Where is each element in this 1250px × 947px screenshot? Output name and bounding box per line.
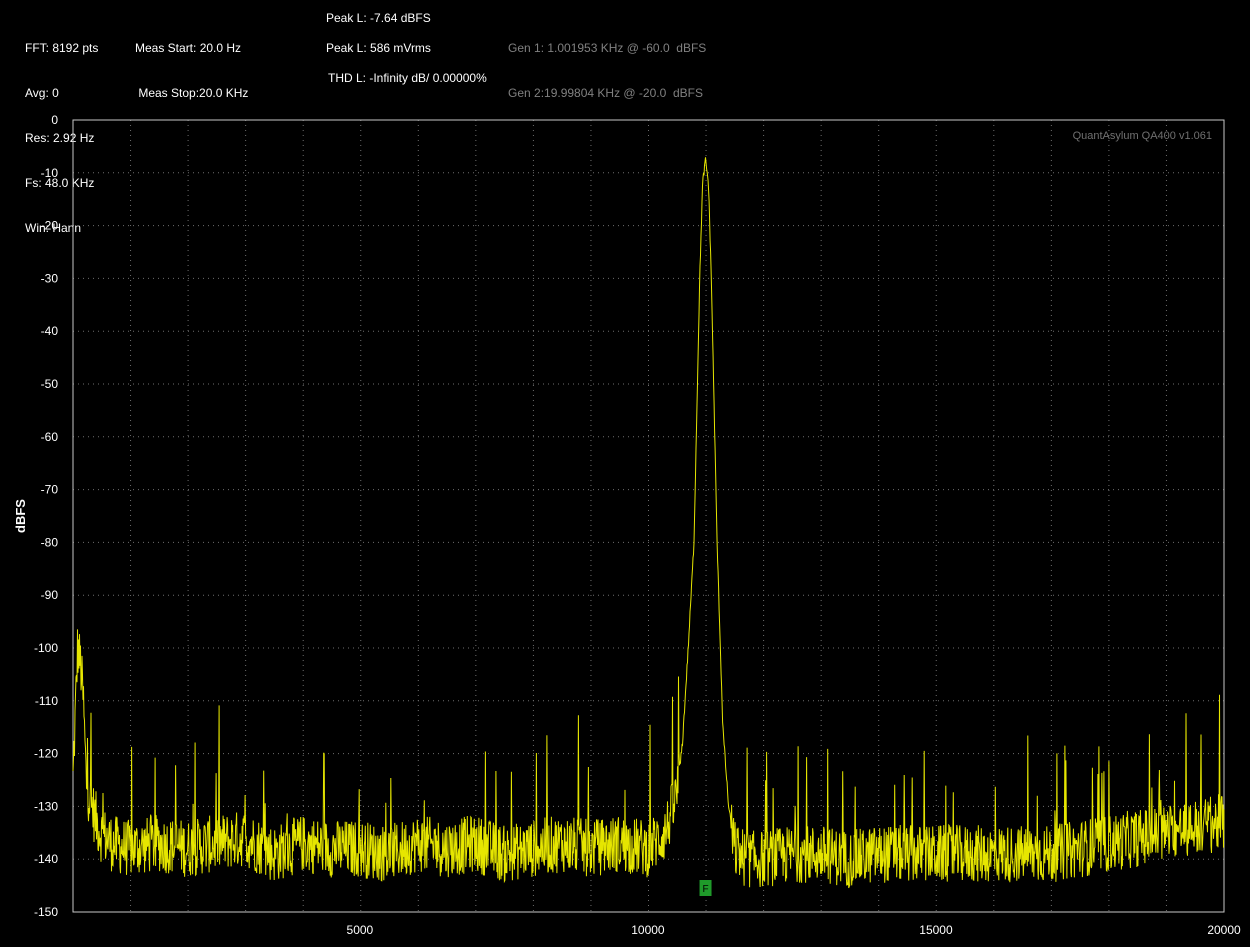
spectrum-trace <box>72 157 1225 889</box>
x-tick-label: 5000 <box>347 923 374 937</box>
spectrum-chart[interactable]: 0 -10 -20 -30 -40 -50 -60 -70 -80 -90 -100 -110 -120… <box>0 0 1250 947</box>
y-tick-label: -90 <box>41 588 59 602</box>
y-tick-label: -100 <box>34 641 58 655</box>
y-tick-label: -10 <box>41 166 59 180</box>
y-tick-labels: 0 -10 -20 -30 -40 -50 -60 -70 -80 -90 -100 -110 -120… <box>34 113 58 919</box>
y-tick-label: -40 <box>41 324 59 338</box>
y-tick-label: -120 <box>34 747 58 761</box>
y-tick-label: -130 <box>34 799 58 813</box>
watermark-text: QuantAsylum QA400 v1.061 <box>1073 130 1212 142</box>
y-tick-label: -20 <box>41 219 59 233</box>
fundamental-marker[interactable]: F <box>699 880 712 896</box>
fundamental-marker-label: F <box>702 884 708 895</box>
y-tick-label: -150 <box>34 905 58 919</box>
grid-layer <box>73 120 1224 912</box>
x-tick-label: 20000 <box>1207 923 1241 937</box>
y-tick-label: -60 <box>41 430 59 444</box>
y-tick-label: -80 <box>41 535 59 549</box>
x-tick-labels: 5000 10000 15000 20000 <box>347 923 1241 937</box>
y-axis-label: dBFS <box>13 499 28 533</box>
x-tick-label: 10000 <box>631 923 665 937</box>
y-tick-label: -140 <box>34 852 58 866</box>
y-tick-label: -30 <box>41 271 59 285</box>
y-tick-label: 0 <box>51 113 58 127</box>
y-tick-label: -110 <box>35 694 58 708</box>
y-tick-label: -50 <box>41 377 59 391</box>
y-tick-label: -70 <box>41 483 59 497</box>
x-tick-label: 15000 <box>919 923 953 937</box>
